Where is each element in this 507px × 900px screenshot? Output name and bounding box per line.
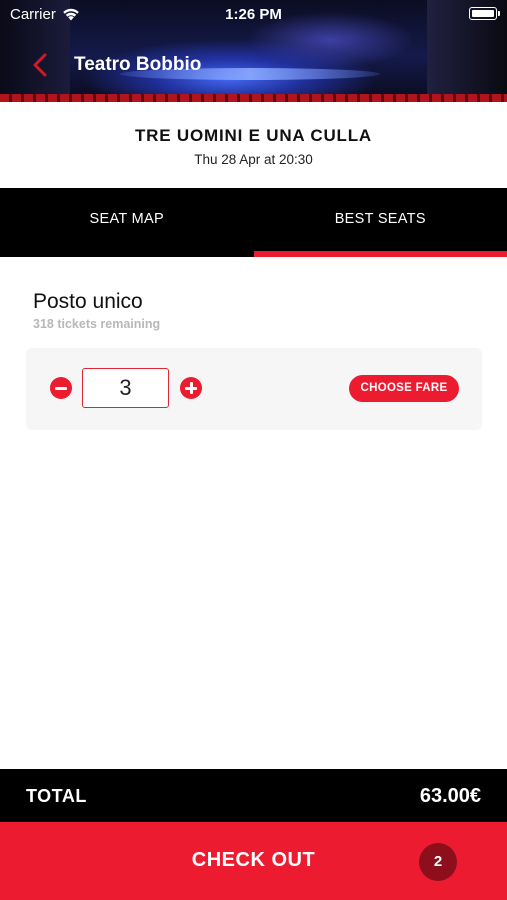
venue-title: Teatro Bobbio: [74, 54, 202, 75]
battery-icon: [469, 7, 500, 20]
quantity-input[interactable]: 3: [82, 368, 169, 408]
total-label: TOTAL: [26, 786, 87, 806]
tab-seat-map[interactable]: SEAT MAP: [0, 188, 254, 257]
tab-best-seats-label: BEST SEATS: [334, 211, 426, 227]
status-time: 1:26 PM: [225, 6, 282, 23]
theatre-seats-row: [0, 94, 507, 102]
plus-icon[interactable]: [180, 377, 202, 399]
tab-best-seats[interactable]: BEST SEATS: [253, 188, 507, 257]
back-button[interactable]: [26, 50, 56, 80]
ticket-name: Posto unico: [33, 290, 143, 313]
checkout-button[interactable]: CHECK OUT 2: [0, 822, 507, 900]
cart-count-badge: 2: [419, 843, 457, 881]
ticket-card: 3 CHOOSE FARE: [26, 348, 482, 430]
event-title: TRE UOMINI E UNA CULLA: [134, 126, 372, 145]
event-date: Thu 28 Apr at 20:30: [194, 152, 313, 167]
minus-icon[interactable]: [50, 377, 72, 399]
total-bar: TOTAL 63.00€: [0, 769, 507, 822]
ticket-info: Posto unico 318 tickets remaining: [33, 290, 160, 331]
event-info: TRE UOMINI E UNA CULLA Thu 28 Apr at 20:…: [0, 102, 507, 188]
active-tab-indicator: [253, 251, 507, 257]
header-stage-image: Carrier 1:26 PM Teatro Bobbio: [0, 0, 507, 102]
total-value: 63.00€: [419, 785, 481, 807]
back-chevron-icon: [33, 53, 47, 77]
tab-seat-map-label: SEAT MAP: [89, 211, 164, 227]
tab-bar: SEAT MAP BEST SEATS: [0, 188, 507, 257]
status-bar: Carrier 1:26 PM: [0, 0, 507, 28]
tickets-remaining: 318 tickets remaining: [33, 317, 161, 331]
choose-fare-button[interactable]: CHOOSE FARE: [349, 375, 459, 402]
